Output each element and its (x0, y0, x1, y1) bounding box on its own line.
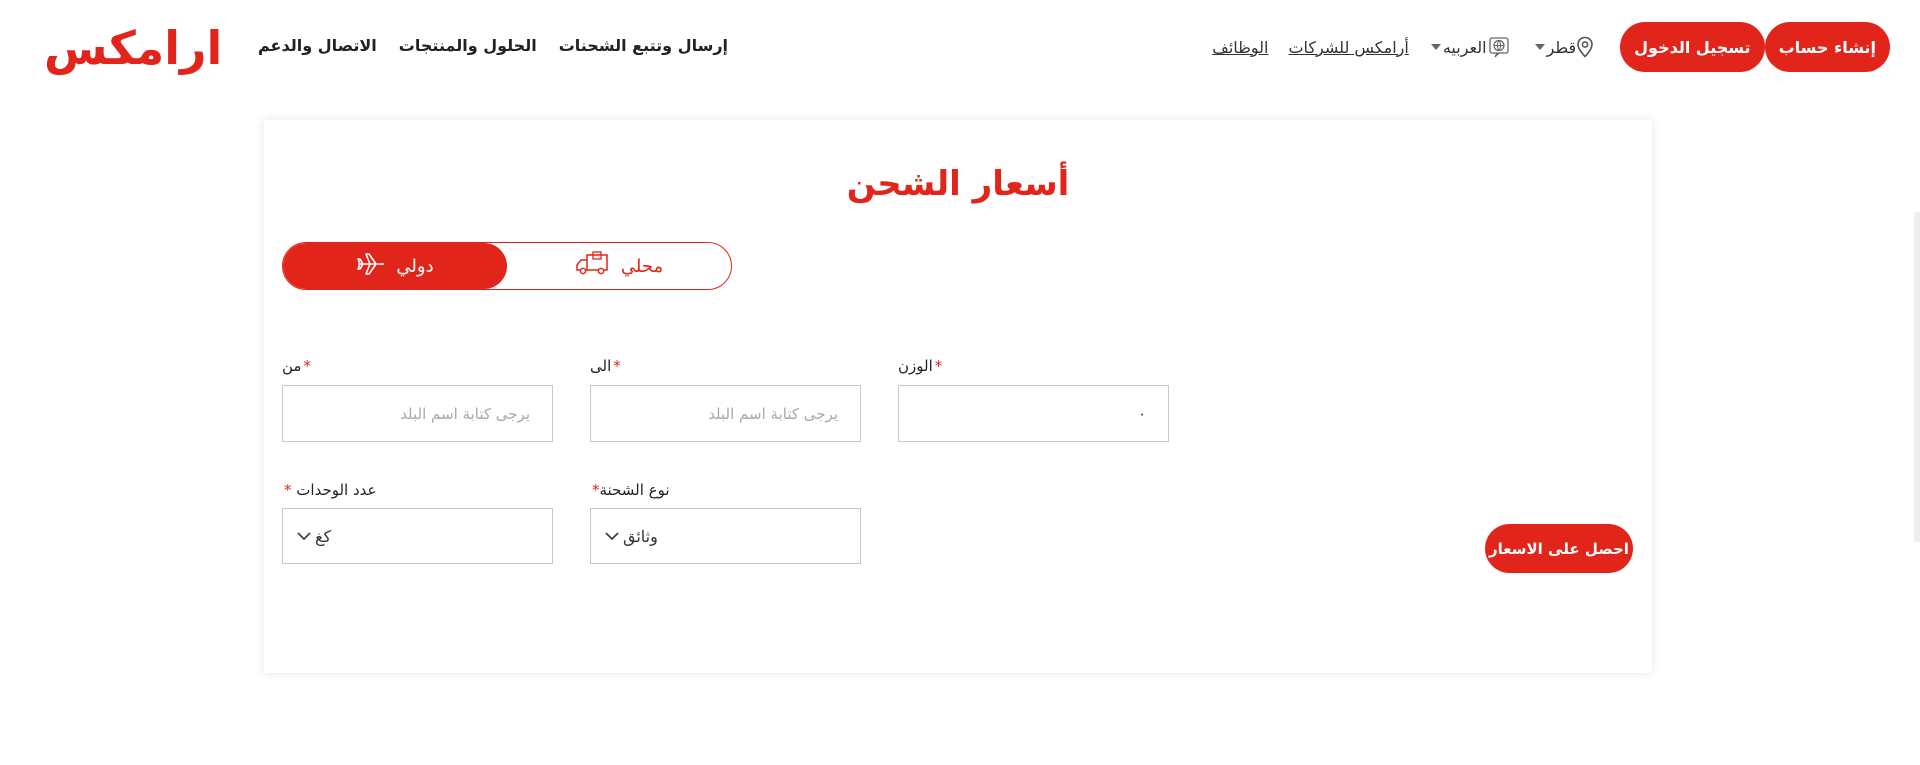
shipping-scope-toggle: دولي محلي (282, 242, 732, 290)
required-mark: * (303, 357, 311, 375)
chevron-down-icon (1534, 44, 1545, 50)
units-label-text: عدد الوحدات (296, 481, 377, 499)
shipment-type-select[interactable]: وثائق (590, 508, 861, 564)
language-selector[interactable]: العربيه (1429, 36, 1515, 58)
weight-field-label: *الوزن (898, 356, 942, 376)
location-pin-icon (1576, 36, 1594, 58)
site-header: ارامكس إرسال وتتبع الشحنات الحلول والمنت… (0, 0, 1920, 92)
tab-local-label: محلي (620, 255, 664, 277)
tab-local[interactable]: محلي (507, 243, 731, 289)
nav-ship-track[interactable]: إرسال وتتبع الشحنات (559, 34, 728, 58)
get-rates-button[interactable]: احصل على الاسعار (1485, 524, 1633, 573)
shipping-rates-card: أسعار الشحن دولي محلي *من *الى *الوزن ير… (264, 120, 1652, 673)
language-label: العربيه (1442, 37, 1487, 57)
sign-in-button[interactable]: تسجيل الدخول (1620, 22, 1765, 72)
tab-international[interactable]: دولي (283, 243, 507, 289)
weight-input[interactable] (898, 385, 1169, 442)
aramex-logo[interactable]: ارامكس (44, 22, 222, 74)
from-label-text: من (282, 357, 302, 375)
to-field-label: *الى (590, 356, 621, 376)
required-mark: * (592, 481, 600, 499)
main-nav: إرسال وتتبع الشحنات الحلول والمنتجات الا… (258, 34, 728, 58)
weight-label-text: الوزن (898, 357, 933, 375)
units-select-value: كغ (315, 526, 332, 546)
chevron-down-icon (605, 531, 619, 541)
nav-contact[interactable]: الاتصال والدعم (258, 34, 377, 58)
to-label-text: الى (590, 357, 612, 375)
chevron-down-icon (1430, 44, 1441, 50)
tab-international-label: دولي (396, 255, 434, 277)
chevron-down-icon (297, 531, 311, 541)
required-mark: * (284, 481, 292, 499)
required-mark: * (613, 357, 621, 375)
from-field-label: *من (282, 356, 311, 376)
country-label: قطر (1546, 37, 1577, 57)
business-link[interactable]: أرامكس للشركات (1288, 38, 1408, 57)
units-field-label: عدد الوحدات * (282, 480, 376, 500)
required-mark: * (934, 357, 943, 375)
nav-solutions[interactable]: الحلول والمنتجات (399, 34, 537, 58)
from-country-input[interactable] (282, 385, 553, 442)
language-globe-icon (1487, 36, 1511, 58)
utility-nav: إنشاء حساب تسجيل الدخول قطر العربيه أرام… (1212, 22, 1890, 72)
page-scrollbar[interactable] (1914, 212, 1920, 542)
delivery-truck-icon (575, 250, 611, 282)
airplane-icon (356, 251, 386, 282)
careers-link[interactable]: الوظائف (1212, 38, 1268, 57)
shipment-type-select-value: وثائق (623, 526, 658, 546)
create-account-button[interactable]: إنشاء حساب (1764, 22, 1890, 72)
shipment-type-field-label: نوع الشحنة* (590, 480, 670, 500)
to-country-input[interactable] (590, 385, 861, 442)
units-select[interactable]: كغ (282, 508, 553, 564)
page-title: أسعار الشحن (846, 164, 1070, 204)
shipment-type-label-text: نوع الشحنة (599, 481, 670, 499)
country-selector[interactable]: قطر (1533, 36, 1599, 58)
